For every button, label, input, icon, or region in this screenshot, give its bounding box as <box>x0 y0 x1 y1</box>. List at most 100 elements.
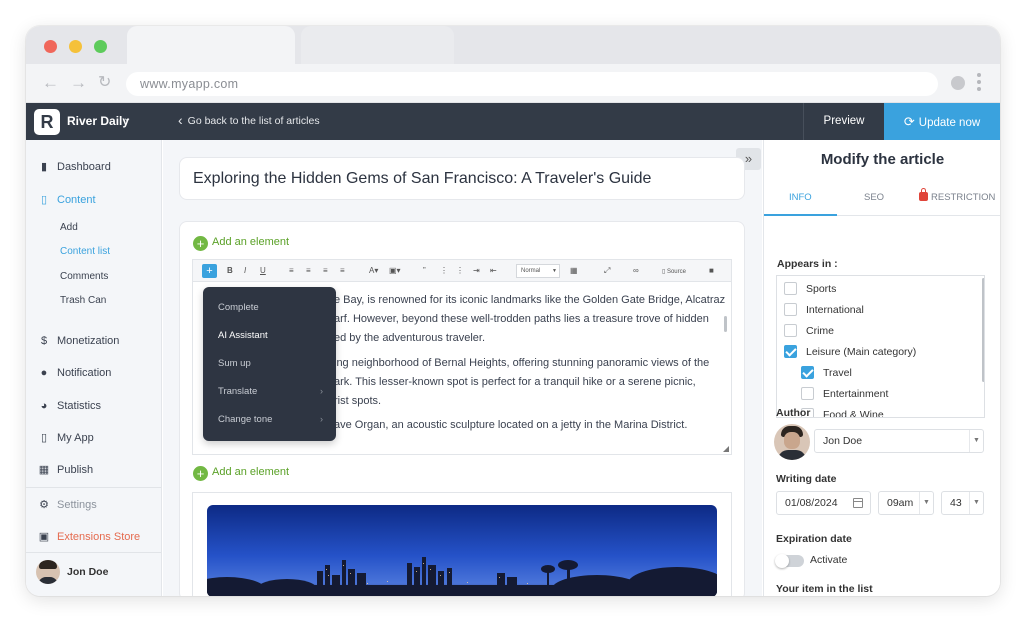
city-night-photo <box>207 505 717 596</box>
chevron-right-icon: › <box>320 386 323 396</box>
table-icon[interactable]: ▦ <box>570 265 578 277</box>
url-field[interactable]: www.myapp.com <box>126 72 938 96</box>
tab-info[interactable]: INFO <box>789 192 812 203</box>
update-now-button[interactable]: ⟳ Update now <box>884 103 1000 140</box>
align-center-icon[interactable]: ≡ <box>306 265 311 277</box>
sidebar-subitem-add[interactable]: Add <box>60 222 78 233</box>
checkbox[interactable] <box>801 387 814 400</box>
checkbox[interactable] <box>784 282 797 295</box>
numbered-list-icon[interactable]: ⋮ <box>456 265 464 277</box>
ai-menu-ai-assistant[interactable]: AI Assistant <box>218 330 268 341</box>
bold-button[interactable]: B <box>227 265 233 277</box>
back-to-list-link[interactable]: ‹ Go back to the list of articles <box>178 112 320 128</box>
link-icon[interactable]: ∞ <box>633 265 639 277</box>
text-line: rist spots. <box>334 395 382 407</box>
sidebar-subitem-comments[interactable]: Comments <box>60 271 108 282</box>
category-scrollbar[interactable] <box>982 278 984 382</box>
browser-tab-inactive[interactable] <box>301 26 454 64</box>
italic-button[interactable]: I <box>244 265 246 277</box>
add-element-button[interactable]: + Add an element <box>193 234 289 251</box>
bulleted-list-icon[interactable]: ⋮ <box>440 265 448 277</box>
background-color-icon[interactable]: ▣▾ <box>389 265 401 277</box>
category-item-crime[interactable]: Crime <box>784 324 834 338</box>
writing-minute-select[interactable]: 43 ▼ <box>941 491 984 515</box>
editor-scrollbar[interactable] <box>724 316 727 332</box>
article-title[interactable]: Exploring the Hidden Gems of San Francis… <box>193 170 651 188</box>
sidebar-item-label: Publish <box>57 464 94 476</box>
sidebar-item-monetization[interactable]: $ Monetization <box>38 332 119 350</box>
font-color-icon[interactable]: A▾ <box>369 265 378 277</box>
sidebar-item-dashboard[interactable]: ▮ Dashboard <box>38 158 111 176</box>
align-justify-icon[interactable]: ≡ <box>340 265 345 277</box>
brand-name[interactable]: River Daily <box>67 114 129 128</box>
align-left-icon[interactable]: ≡ <box>289 265 294 277</box>
author-select[interactable]: Jon Doe ▼ <box>814 429 984 453</box>
align-right-icon[interactable]: ≡ <box>323 265 328 277</box>
text-line: ing neighborhood of Bernal Heights, offe… <box>334 357 710 369</box>
category-item-food-wine[interactable]: Food & Wine <box>801 408 884 417</box>
source-label: Source <box>666 269 686 275</box>
ai-plus-button[interactable]: + <box>202 264 217 278</box>
browser-menu-icon[interactable] <box>977 73 981 94</box>
ai-menu-complete[interactable]: Complete <box>218 302 259 313</box>
address-bar-row: ← → ↻ www.myapp.com <box>26 64 1000 103</box>
sidebar-item-notification[interactable]: ● Notification <box>38 364 112 382</box>
ai-menu-sum-up[interactable]: Sum up <box>218 358 251 369</box>
category-item-leisure[interactable]: Leisure (Main category) <box>784 345 916 359</box>
resize-handle[interactable] <box>723 446 729 452</box>
tab-seo[interactable]: SEO <box>864 192 884 203</box>
underline-button[interactable]: U <box>260 265 266 277</box>
minimize-window-dot[interactable] <box>69 40 82 53</box>
writing-hour-select[interactable]: 09am ▼ <box>878 491 934 515</box>
writing-date-input[interactable]: 01/08/2024 <box>776 491 871 515</box>
category-item-travel[interactable]: Travel <box>801 366 852 380</box>
activate-label: Activate <box>810 554 848 566</box>
blockquote-icon[interactable]: ” <box>423 265 426 277</box>
add-element-button[interactable]: + Add an element <box>193 464 289 481</box>
close-window-dot[interactable] <box>44 40 57 53</box>
image-block[interactable] <box>192 492 732 596</box>
sidebar-item-content[interactable]: ▯ Content <box>38 191 96 209</box>
outdent-icon[interactable]: ⇤ <box>490 265 497 277</box>
checkbox-checked[interactable] <box>784 345 797 358</box>
checkbox[interactable] <box>784 324 797 337</box>
source-button[interactable]: ▯ Source <box>662 266 686 278</box>
sidebar-item-label: My App <box>57 432 94 444</box>
forward-arrow-icon[interactable]: → <box>70 73 87 93</box>
indent-icon[interactable]: ⇥ <box>473 265 480 277</box>
calendar-icon[interactable] <box>853 498 863 508</box>
fullscreen-icon[interactable]: ⤢ <box>604 265 610 277</box>
ai-menu-change-tone[interactable]: Change tone <box>218 414 272 425</box>
panel-tabs: INFO SEO RESTRICTION <box>764 178 1000 216</box>
document-icon: ▯ <box>40 194 48 206</box>
tab-restriction[interactable]: RESTRICTION <box>919 188 995 203</box>
category-label: International <box>806 304 864 316</box>
sidebar-item-my-app[interactable]: ▯ My App <box>38 429 94 447</box>
dollar-icon: $ <box>40 335 48 347</box>
checkbox[interactable] <box>784 303 797 316</box>
browser-titlebar <box>26 26 1000 64</box>
expiration-toggle[interactable] <box>775 554 804 568</box>
maximize-window-dot[interactable] <box>94 40 107 53</box>
preview-button[interactable]: Preview <box>803 103 884 140</box>
category-item-entertainment[interactable]: Entertainment <box>801 387 888 401</box>
category-item-international[interactable]: International <box>784 303 864 317</box>
back-arrow-icon[interactable]: ← <box>42 73 59 93</box>
article-title-card[interactable]: Exploring the Hidden Gems of San Francis… <box>179 157 745 200</box>
sidebar-subitem-content-list[interactable]: Content list <box>60 246 110 257</box>
paragraph-format-select[interactable]: Normal ▼ <box>516 264 560 278</box>
sidebar-subitem-trash-can[interactable]: Trash Can <box>60 295 106 306</box>
sidebar-item-publish[interactable]: ▦ Publish <box>38 461 93 479</box>
category-list[interactable]: Sports International Crime Leisure (Main… <box>776 275 985 418</box>
reload-icon[interactable]: ↻ <box>98 73 111 93</box>
sidebar-item-statistics[interactable]: ◕ Statistics <box>38 397 101 415</box>
browser-tab-active[interactable] <box>127 26 295 64</box>
sidebar-item-settings[interactable]: ⚙ Settings <box>38 496 97 514</box>
checkbox-checked[interactable] <box>801 366 814 379</box>
ai-menu-translate[interactable]: Translate <box>218 386 257 397</box>
profile-icon[interactable] <box>951 76 965 90</box>
chevron-down-icon[interactable]: ⌄ <box>123 113 131 124</box>
trash-icon[interactable]: ■ <box>709 265 714 277</box>
category-item-sports[interactable]: Sports <box>784 282 836 296</box>
sidebar-item-extensions-store[interactable]: ▣ Extensions Store <box>38 528 140 546</box>
